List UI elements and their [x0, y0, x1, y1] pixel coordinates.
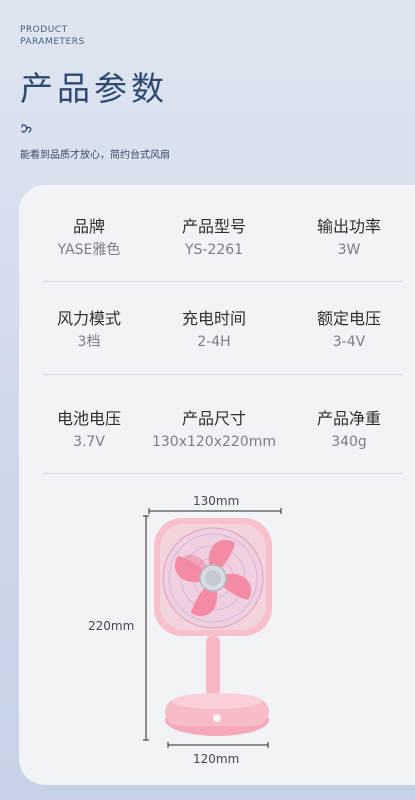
spec-row-1: 品牌 YASE雅色 产品型号 YS-2261 输出功率 3W [19, 215, 415, 275]
spec-brand: 品牌 YASE雅色 [19, 215, 159, 261]
divider [43, 473, 403, 474]
divider [43, 374, 403, 375]
spec-label: 充电时间 [181, 309, 246, 328]
spec-row-3: 电池电压 3.7V 产品尺寸 130x120x220mm 产品净重 340g [19, 407, 415, 467]
spec-wind-mode: 风力模式 3档 [19, 307, 159, 353]
header-english: PRODUCT PARAMETERS [20, 24, 85, 48]
spec-label: 产品净重 [316, 409, 381, 428]
spec-label: 电池电压 [56, 409, 121, 428]
page-subtitle: 能看到品质才放心，简约台式风扇 [20, 150, 170, 161]
spec-row-2: 风力模式 3档 充电时间 2-4H 额定电压 3-4V [19, 307, 415, 367]
spec-value: 2-4H [197, 334, 231, 350]
spec-label: 风力模式 [56, 309, 121, 328]
dimension-height: 220mm [88, 619, 135, 633]
spec-label: 品牌 [72, 217, 105, 236]
spec-battery-voltage: 电池电压 3.7V [19, 407, 159, 453]
fan-product-drawing [140, 508, 290, 750]
spec-label: 额定电压 [316, 309, 381, 328]
dimension-top-width: 130mm [193, 494, 240, 508]
spec-model: 产品型号 YS-2261 [144, 215, 284, 261]
spec-charge-time: 充电时间 2-4H [144, 307, 284, 353]
header-en-line1: PRODUCT [20, 25, 68, 35]
spec-value: 3.7V [73, 434, 105, 450]
spec-value: 3档 [77, 334, 101, 350]
spec-label: 输出功率 [316, 217, 381, 236]
spec-value: YASE雅色 [57, 242, 121, 258]
spec-value: 3-4V [332, 334, 366, 350]
spec-weight: 产品净重 340g [279, 407, 415, 453]
fan-icon [20, 121, 34, 135]
spec-power: 输出功率 3W [279, 215, 415, 261]
spec-label: 产品尺寸 [181, 409, 246, 428]
header-en-line2: PARAMETERS [20, 37, 85, 47]
spec-rated-voltage: 额定电压 3-4V [279, 307, 415, 353]
dimension-base-width: 120mm [193, 752, 240, 766]
spec-label: 产品型号 [181, 217, 246, 236]
spec-value: 3W [337, 242, 361, 258]
spec-value: 340g [331, 434, 367, 450]
spec-value: 130x120x220mm [151, 434, 276, 450]
spec-size: 产品尺寸 130x120x220mm [144, 407, 284, 453]
page-title: 产品参数 [20, 69, 168, 108]
spec-value: YS-2261 [184, 242, 244, 258]
divider [43, 281, 403, 282]
